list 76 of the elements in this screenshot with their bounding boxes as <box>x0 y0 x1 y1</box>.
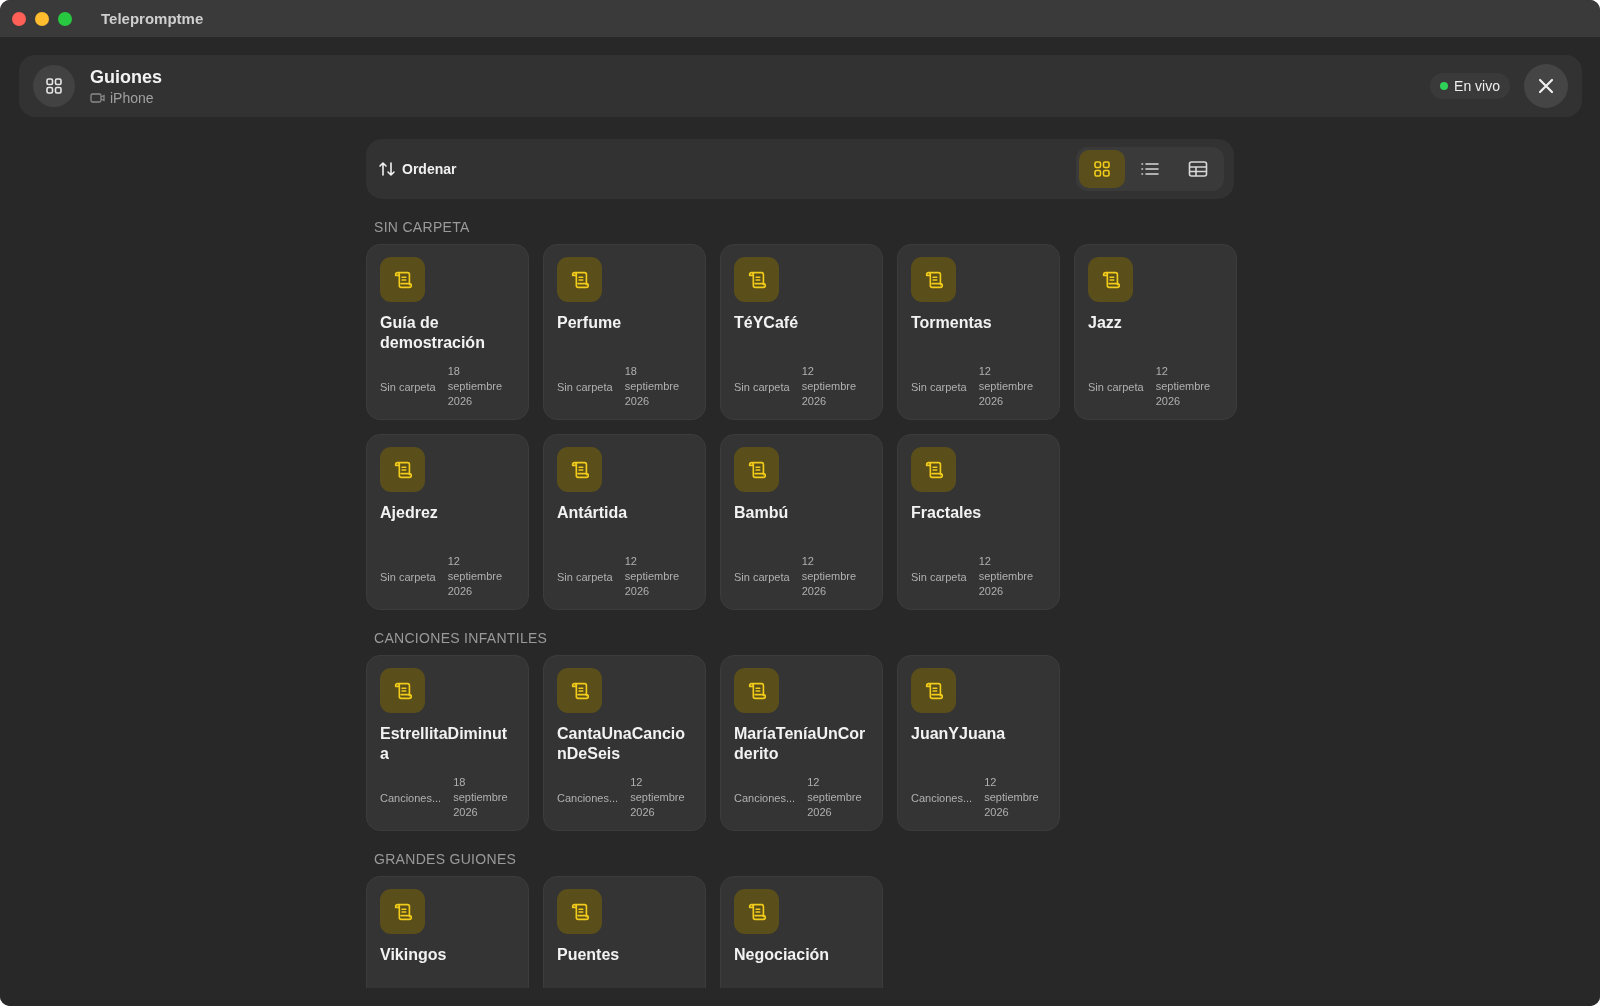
date-label: 12 septiembre 2026 <box>447 554 504 599</box>
folder-label: Sin carpeta <box>734 570 790 583</box>
script-card[interactable]: CantaUnaCancionDeSeis Canciones... 12 septiembre 2026 <box>543 655 706 831</box>
section-heading: SIN CARPETA <box>374 219 471 235</box>
folder-label: Sin carpeta <box>380 570 436 583</box>
script-title: JuanYJuana <box>911 724 1007 744</box>
folder-label: Sin carpeta <box>1088 380 1144 393</box>
script-title: Bambú <box>734 503 790 523</box>
folder-label: Canciones... <box>380 791 442 804</box>
folder-label: Canciones... <box>911 791 973 804</box>
date-label: 12 septiembre 2026 <box>801 364 858 409</box>
script-card[interactable]: Tormentas Sin carpeta 12 septiembre 2026 <box>897 244 1060 420</box>
sort-button[interactable]: Ordenar <box>378 160 457 178</box>
device-label: iPhone <box>110 89 154 106</box>
grid-view-button[interactable] <box>1079 150 1125 188</box>
list-icon <box>1140 160 1160 178</box>
camera-icon <box>90 91 105 104</box>
script-title: Guía de demostración <box>380 313 486 353</box>
zoom-button[interactable] <box>58 11 72 26</box>
section-heading: GRANDES GUIONES <box>374 851 518 867</box>
script-title: MaríaTeníaUnCorderito <box>734 724 867 764</box>
script-card[interactable]: Guía de demostración Sin carpeta 18 septiembre 2026 <box>366 244 529 420</box>
date-label: 12 septiembre 2026 <box>978 554 1035 599</box>
date-label: 12 septiembre 2026 <box>978 364 1035 409</box>
folder-label: Sin carpeta <box>911 570 967 583</box>
script-title: Tormentas <box>911 313 993 333</box>
script-card[interactable]: JuanYJuana Canciones... 12 septiembre 2026 <box>897 655 1060 831</box>
date-label: 12 septiembre 2026 <box>630 775 686 820</box>
page-title: Guiones <box>90 66 162 88</box>
sort-icon <box>378 160 396 178</box>
minimize-button[interactable] <box>35 11 49 26</box>
close-window-button[interactable] <box>12 11 26 26</box>
section-heading: CANCIONES INFANTILES <box>374 630 549 646</box>
close-button[interactable] <box>1524 64 1568 108</box>
status-label: En vivo <box>1454 78 1500 94</box>
table-icon <box>1188 160 1208 178</box>
script-card[interactable]: Jazz Sin carpeta 12 septiembre 2026 <box>1074 244 1237 420</box>
script-title: Jazz <box>1088 313 1123 333</box>
script-card[interactable]: EstrellitaDiminuta Canciones... 18 septiembre 2026 <box>366 655 529 831</box>
script-card[interactable]: TéYCafé Sin carpeta 12 septiembre 2026 <box>720 244 883 420</box>
folder-label: Canciones... <box>557 791 619 804</box>
script-title: TéYCafé <box>734 313 800 333</box>
script-title: Negociación <box>734 945 831 965</box>
date-label: 18 septiembre 2026 <box>624 364 681 409</box>
folder-label: Sin carpeta <box>557 570 613 583</box>
script-card[interactable]: MaríaTeníaUnCorderito Canciones... 12 septiembre 2026 <box>720 655 883 831</box>
script-card[interactable]: Antártida Sin carpeta 12 septiembre 2026 <box>543 434 706 610</box>
script-card[interactable]: Negociación <box>720 876 883 988</box>
window-title: Telepromptme <box>101 10 204 27</box>
script-title: Vikingos <box>380 945 448 965</box>
date-label: 12 septiembre 2026 <box>801 554 858 599</box>
date-label: 12 septiembre 2026 <box>1155 364 1212 409</box>
folder-label: Sin carpeta <box>734 380 790 393</box>
date-label: 18 septiembre 2026 <box>453 775 509 820</box>
close-icon <box>1538 78 1554 94</box>
script-title: Perfume <box>557 313 623 333</box>
folder-label: Sin carpeta <box>557 380 613 393</box>
folder-label: Sin carpeta <box>911 380 967 393</box>
date-label: 12 septiembre 2026 <box>624 554 681 599</box>
script-card[interactable]: Bambú Sin carpeta 12 septiembre 2026 <box>720 434 883 610</box>
script-title: Ajedrez <box>380 503 439 523</box>
date-label: 12 septiembre 2026 <box>807 775 863 820</box>
script-card[interactable]: Puentes <box>543 876 706 988</box>
folder-label: Sin carpeta <box>380 380 436 393</box>
date-label: 12 septiembre 2026 <box>984 775 1040 820</box>
folder-label: Canciones... <box>734 791 796 804</box>
script-card[interactable]: Ajedrez Sin carpeta 12 septiembre 2026 <box>366 434 529 610</box>
script-card[interactable]: Perfume Sin carpeta 18 septiembre 2026 <box>543 244 706 420</box>
script-title: CantaUnaCancionDeSeis <box>557 724 687 764</box>
date-label: 18 septiembre 2026 <box>447 364 504 409</box>
script-title: Antártida <box>557 503 629 523</box>
script-card[interactable]: Vikingos <box>366 876 529 988</box>
script-card[interactable]: Fractales Sin carpeta 12 septiembre 2026 <box>897 434 1060 610</box>
script-title: EstrellitaDiminuta <box>380 724 509 764</box>
script-title: Fractales <box>911 503 983 523</box>
script-title: Puentes <box>557 945 621 965</box>
